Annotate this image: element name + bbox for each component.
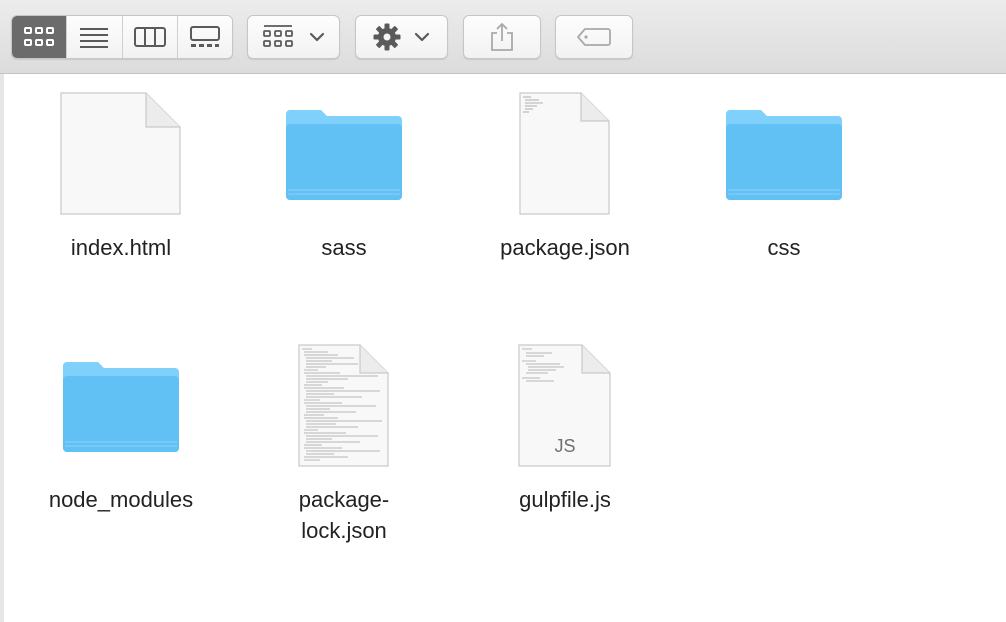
file-item-gulpfile-js[interactable]: JS gulpfile.js (465, 342, 665, 542)
file-type-badge: JS (554, 436, 576, 456)
file-item-package-lock-json[interactable]: package- lock.json (244, 342, 444, 562)
share-button[interactable] (463, 15, 541, 59)
group-by-button[interactable] (247, 15, 340, 59)
gear-icon (373, 23, 400, 51)
tag-icon (577, 28, 611, 46)
file-name: package- lock.json (244, 484, 444, 546)
toolbar (0, 0, 1006, 74)
folder-item-css[interactable]: css (684, 90, 884, 290)
file-name: node_modules (48, 487, 194, 512)
chevron-down-icon (414, 32, 429, 42)
file-name: gulpfile.js (519, 487, 611, 512)
action-menu-button[interactable] (355, 15, 448, 59)
text-document-icon (298, 344, 389, 467)
folder-icon (63, 362, 179, 452)
list-view-button[interactable] (67, 16, 123, 58)
view-mode-segmented-control (11, 15, 233, 59)
file-name: index.html (70, 235, 172, 260)
text-document-icon (519, 92, 610, 215)
chevron-down-icon (309, 32, 324, 42)
file-name: package.json (500, 235, 630, 260)
folder-item-sass[interactable]: sass (244, 90, 444, 290)
folder-item-node-modules[interactable]: node_modules (21, 342, 221, 542)
folder-icon (286, 110, 402, 200)
document-icon (60, 92, 181, 215)
gallery-view-icon (189, 26, 220, 47)
icon-view-grid-icon (24, 27, 55, 46)
file-name: css (767, 235, 801, 260)
js-file-icon: JS (518, 344, 612, 468)
list-view-icon (80, 28, 109, 48)
tag-button[interactable] (555, 15, 633, 59)
file-name: sass (321, 235, 367, 260)
gallery-view-button[interactable] (177, 16, 232, 58)
folder-icon (726, 110, 842, 200)
file-item-index-html[interactable]: index.html (21, 90, 221, 290)
share-icon (491, 22, 513, 51)
file-item-package-json[interactable]: package.json (465, 90, 665, 290)
group-by-icon (262, 25, 293, 47)
file-name-line-2: lock.json (301, 518, 387, 543)
icon-view-button[interactable] (12, 16, 68, 58)
column-view-button[interactable] (122, 16, 178, 58)
file-browser-icon-view: index.html sass package.json css node_mo… (0, 74, 1006, 622)
file-name-line-1: package- (298, 487, 390, 512)
column-view-icon (133, 27, 166, 47)
